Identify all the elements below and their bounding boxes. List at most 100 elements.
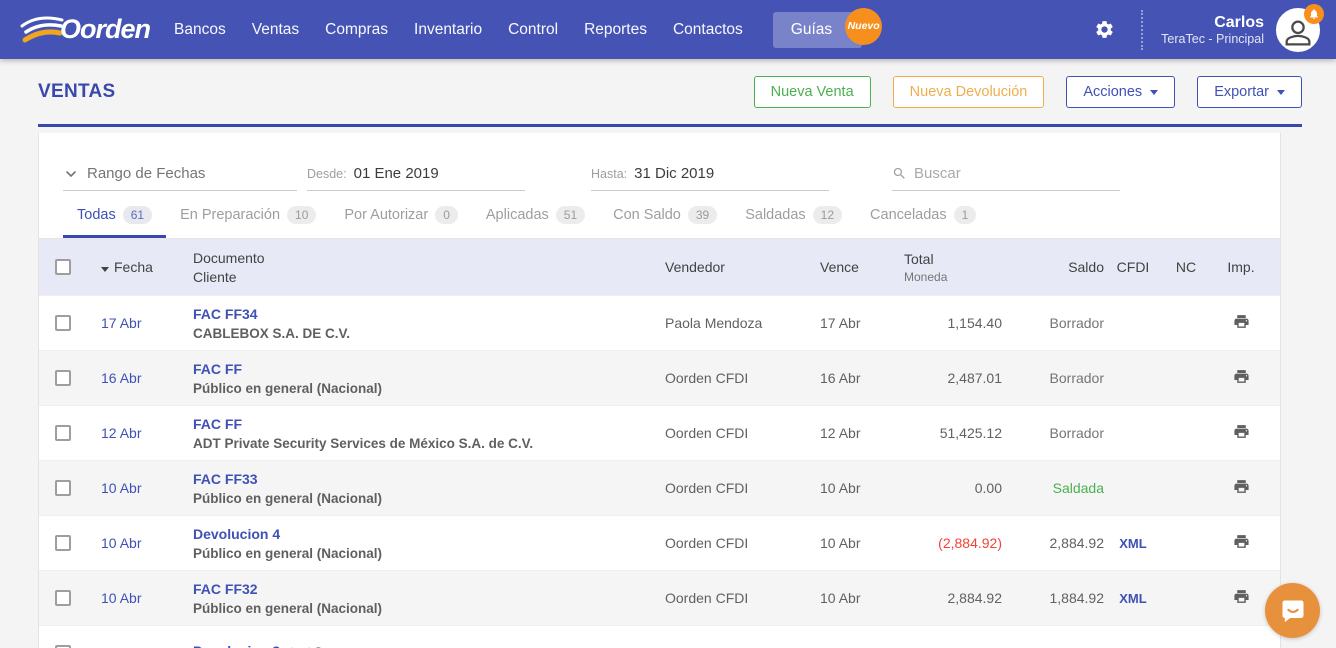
user-menu[interactable]: Carlos TeraTec - Principal: [1161, 13, 1264, 47]
document-link[interactable]: Devolucion 4: [193, 526, 280, 542]
tab-aplicadas[interactable]: Aplicadas 51: [472, 193, 599, 238]
printer-icon: [1233, 368, 1250, 385]
settings-button[interactable]: [1088, 13, 1121, 46]
vence-cell: 16 Abr: [820, 370, 902, 386]
search-input[interactable]: [914, 165, 1094, 182]
document-link[interactable]: Devolucion 3: [193, 643, 280, 648]
document-link[interactable]: FAC FF: [193, 361, 242, 377]
date-from-label: Desde:: [307, 167, 347, 181]
row-checkbox[interactable]: [55, 590, 71, 606]
column-header-saldo[interactable]: Saldo: [1002, 259, 1104, 275]
user-avatar[interactable]: [1276, 8, 1320, 52]
xml-link[interactable]: XML: [1119, 591, 1146, 606]
print-button[interactable]: [1233, 313, 1250, 330]
document-link[interactable]: FAC FF33: [193, 471, 258, 487]
nav-item-control[interactable]: Control: [508, 21, 558, 39]
nueva-devolucion-button[interactable]: Nueva Devolución: [893, 76, 1045, 108]
column-header-vence[interactable]: Vence: [820, 259, 902, 275]
nav-item-reportes[interactable]: Reportes: [584, 21, 647, 39]
document-link[interactable]: FAC FF32: [193, 581, 258, 597]
page-header: VENTAS Nueva Venta Nueva Devolución Acci…: [0, 59, 1336, 127]
client-name: Público en general (Nacional): [193, 381, 665, 396]
chevron-down-icon: [1150, 90, 1158, 95]
nav-item-guias[interactable]: Guías Nuevo: [773, 12, 862, 48]
tab-canceladas[interactable]: Canceladas 1: [856, 193, 990, 238]
row-checkbox[interactable]: [55, 535, 71, 551]
date-range-label: Rango de Fechas: [87, 165, 205, 182]
tab-por-autorizar[interactable]: Por Autorizar 0: [330, 193, 472, 238]
date-to-field[interactable]: Hasta: 31 Dic 2019: [591, 165, 829, 191]
printer-icon: [1233, 533, 1250, 550]
logo-text: Oorden: [60, 14, 150, 45]
table-row[interactable]: 16 Abr FAC FF Público en general (Nacion…: [39, 350, 1280, 405]
client-name: CABLEBOX S.A. DE C.V.: [193, 326, 665, 341]
row-date-link[interactable]: 16 Abr: [101, 370, 141, 386]
print-button[interactable]: [1233, 588, 1250, 605]
row-date-link[interactable]: 10 Abr: [101, 590, 141, 606]
row-date-link[interactable]: 10 Abr: [101, 535, 141, 551]
nav-item-inventario[interactable]: Inventario: [414, 21, 482, 39]
acciones-dropdown-button[interactable]: Acciones: [1066, 76, 1175, 108]
column-header-documento-cliente[interactable]: Documento Cliente: [193, 250, 665, 285]
tab-todas[interactable]: Todas 61: [63, 193, 166, 238]
document-link[interactable]: FAC FF34: [193, 306, 258, 322]
tab-label: Saldadas: [745, 207, 805, 223]
xml-link[interactable]: XML: [1119, 536, 1146, 551]
select-all-checkbox[interactable]: [55, 259, 71, 275]
table-row[interactable]: 12 Abr FAC FF ADT Private Security Servi…: [39, 405, 1280, 460]
column-header-fecha[interactable]: Fecha: [101, 259, 193, 275]
row-checkbox[interactable]: [55, 480, 71, 496]
tab-en-preparacion[interactable]: En Preparación 10: [166, 193, 330, 238]
nav-item-contactos[interactable]: Contactos: [673, 21, 743, 39]
column-header-imp[interactable]: Imp.: [1210, 259, 1280, 275]
tab-count-badge: 10: [287, 206, 316, 224]
oorden-logo[interactable]: Oorden: [20, 13, 150, 47]
nueva-venta-button[interactable]: Nueva Venta: [754, 76, 871, 108]
vence-cell: 10 Abr: [820, 590, 902, 606]
tab-count-badge: 12: [813, 206, 842, 224]
row-date-link[interactable]: 12 Abr: [101, 425, 141, 441]
date-range-select[interactable]: Rango de Fechas: [63, 165, 297, 191]
tab-count-badge: 1: [954, 206, 977, 224]
search-field[interactable]: [892, 165, 1120, 191]
table-row[interactable]: Devolucion 3 test 2: [39, 625, 1280, 648]
chat-bubble-icon: [1279, 597, 1307, 625]
print-button[interactable]: [1233, 478, 1250, 495]
column-header-vendedor[interactable]: Vendedor: [665, 259, 820, 275]
nav-item-bancos[interactable]: Bancos: [174, 21, 226, 39]
chat-launcher-button[interactable]: [1265, 583, 1320, 638]
row-checkbox[interactable]: [55, 370, 71, 386]
table-row[interactable]: 10 Abr Devolucion 4 Público en general (…: [39, 515, 1280, 570]
column-header-nc[interactable]: NC: [1162, 259, 1210, 275]
table-row[interactable]: 17 Abr FAC FF34 CABLEBOX S.A. DE C.V. Pa…: [39, 295, 1280, 350]
chevron-down-icon: [1277, 90, 1285, 95]
document-note: test 2: [290, 644, 322, 648]
date-from-field[interactable]: Desde: 01 Ene 2019: [307, 165, 525, 191]
row-checkbox[interactable]: [55, 425, 71, 441]
print-button[interactable]: [1233, 533, 1250, 550]
client-name: ADT Private Security Services de México …: [193, 436, 665, 451]
saldo-cell: Borrador: [1002, 425, 1104, 441]
print-button[interactable]: [1233, 423, 1250, 440]
client-name: Público en general (Nacional): [193, 491, 665, 506]
vendedor-cell: Oorden CFDI: [665, 370, 820, 386]
document-link[interactable]: FAC FF: [193, 416, 242, 432]
column-header-cfdi[interactable]: CFDI: [1104, 259, 1162, 275]
tab-con-saldo[interactable]: Con Saldo 39: [599, 193, 731, 238]
table-row[interactable]: 10 Abr FAC FF33 Público en general (Naci…: [39, 460, 1280, 515]
tab-saldadas[interactable]: Saldadas 12: [731, 193, 856, 238]
saldo-cell: 1,884.92: [1002, 590, 1104, 606]
table-row[interactable]: 10 Abr FAC FF32 Público en general (Naci…: [39, 570, 1280, 625]
exportar-dropdown-button[interactable]: Exportar: [1197, 76, 1302, 108]
print-button[interactable]: [1233, 368, 1250, 385]
column-header-total[interactable]: Total Moneda: [902, 251, 1002, 284]
saldo-cell: Saldada: [1002, 480, 1104, 496]
row-checkbox[interactable]: [55, 315, 71, 331]
notification-badge[interactable]: [1304, 4, 1324, 24]
row-date-link[interactable]: 10 Abr: [101, 480, 141, 496]
nav-item-ventas[interactable]: Ventas: [252, 21, 299, 39]
row-date-link[interactable]: 17 Abr: [101, 315, 141, 331]
nav-item-compras[interactable]: Compras: [325, 21, 388, 39]
date-from-value: 01 Ene 2019: [354, 165, 439, 182]
total-cell: 0.00: [902, 480, 1002, 496]
